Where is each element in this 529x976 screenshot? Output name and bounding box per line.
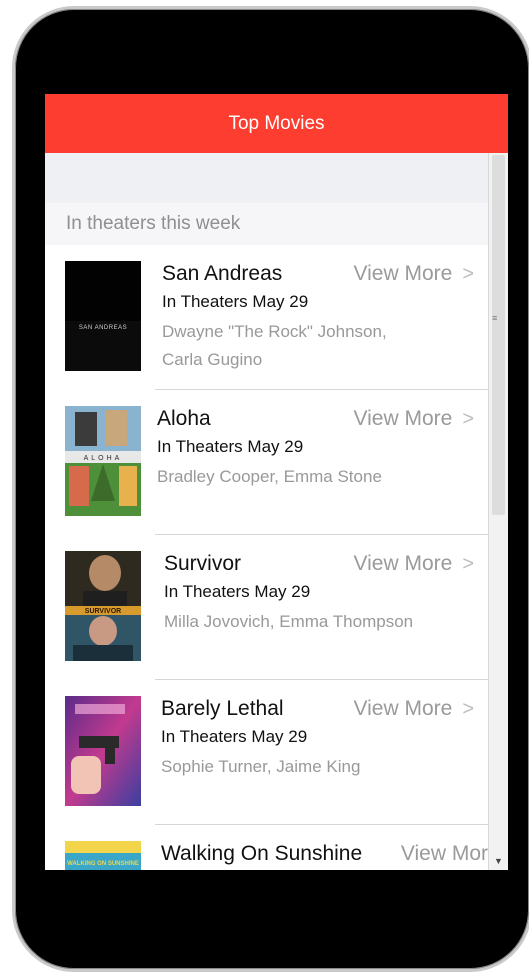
chevron-right-icon: > [462, 553, 474, 575]
view-more-link[interactable]: View More > [353, 262, 474, 286]
movie-release-date: In Theaters May 29 [162, 292, 309, 311]
movie-poster: SAN ANDREAS [65, 261, 141, 371]
section-header: In theaters this week [45, 203, 488, 245]
movie-list: SAN ANDREAS San Andreas In Theaters May … [45, 245, 488, 870]
app-screen: Top Movies In theaters this week SAN AND… [45, 94, 508, 870]
movie-release-date: In Theaters May 29 [157, 437, 304, 456]
view-more-link[interactable]: View More > [353, 697, 474, 721]
view-more-link[interactable]: View Mor [401, 842, 488, 866]
app-header: Top Movies [45, 94, 508, 153]
movie-row-survivor[interactable]: SURVIVOR Survivor In Theaters May 29 Mil… [45, 535, 488, 680]
movie-row-san-andreas[interactable]: SAN ANDREAS San Andreas In Theaters May … [45, 245, 488, 390]
movie-row-walking-on-sunshine[interactable]: WALKING ON SUNSHINE Walking On Sunshine … [45, 825, 488, 870]
movie-poster [65, 696, 141, 806]
movie-poster: SURVIVOR [65, 551, 141, 661]
movie-poster: ALOHA [65, 406, 141, 516]
view-more-link[interactable]: View More > [353, 407, 474, 431]
movie-row-barely-lethal[interactable]: Barely Lethal In Theaters May 29 Sophie … [45, 680, 488, 825]
view-more-label: View More [353, 407, 453, 430]
movie-cast: Bradley Cooper, Emma Stone [157, 467, 382, 486]
chevron-right-icon: > [462, 263, 474, 285]
scrollbar-grip-icon: ≡ [492, 313, 498, 323]
scrollbar-thumb[interactable] [492, 155, 505, 515]
poster-title-text: SURVIVOR [85, 608, 121, 615]
scroll-down-arrow-icon[interactable]: ▼ [494, 856, 503, 866]
view-more-label: View More [353, 697, 453, 720]
movie-cast: Dwayne "The Rock" Johnson, Carla Gugino [162, 322, 387, 369]
poster-title-text: SAN ANDREAS [79, 325, 127, 331]
scrollbar[interactable]: ≡ ▼ [488, 153, 508, 870]
poster-title-text: ALOHA [84, 455, 123, 462]
movie-row-aloha[interactable]: ALOHA Aloha In Theaters May 29 Bradley C… [45, 390, 488, 535]
view-more-label: View More [353, 262, 453, 285]
movie-cast: Milla Jovovich, Emma Thompson [164, 612, 414, 631]
chevron-right-icon: > [462, 698, 474, 720]
section-header-label: In theaters this week [66, 213, 241, 234]
movie-release-date: In Theaters May 29 [161, 727, 308, 746]
view-more-label: View Mor [400, 842, 488, 865]
view-more-label: View More [353, 552, 453, 575]
poster-title-text: WALKING ON SUNSHINE [67, 861, 139, 867]
chevron-right-icon: > [462, 408, 474, 430]
movie-cast: Sophie Turner, Jaime King [161, 757, 361, 776]
page-title: Top Movies [228, 112, 325, 134]
top-spacer [45, 153, 488, 203]
view-more-link[interactable]: View More > [353, 552, 474, 576]
movie-release-date: In Theaters May 29 [164, 582, 311, 601]
movie-poster: WALKING ON SUNSHINE [65, 841, 141, 870]
